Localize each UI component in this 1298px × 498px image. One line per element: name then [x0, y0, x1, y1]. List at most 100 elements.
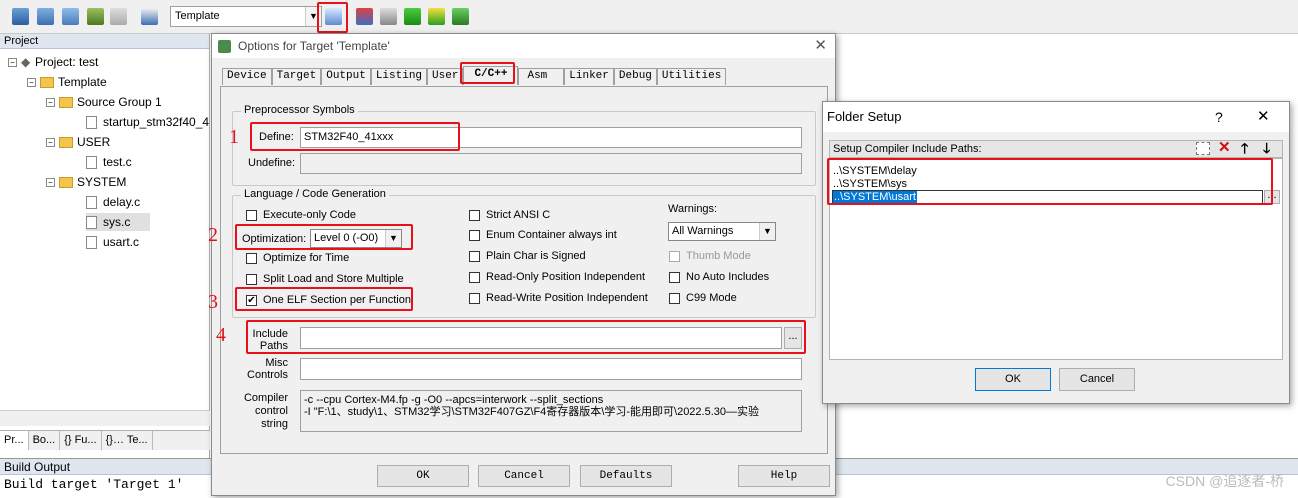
tree-file[interactable]: sys.c [86, 213, 151, 231]
options-dialog: Options for Target 'Template' ✕ Device T… [211, 33, 836, 496]
tab-utilities[interactable]: Utilities [656, 68, 727, 85]
marker-2: 2 [208, 224, 218, 246]
strict-ansi-checkbox[interactable] [469, 210, 480, 221]
download-icon[interactable] [141, 8, 158, 25]
undefine-input[interactable] [300, 153, 802, 174]
manage-runtime-icon[interactable] [404, 8, 421, 25]
folder-setup-dialog: Folder Setup ? ✕ Setup Compiler Include … [822, 101, 1290, 404]
tab-templates[interactable]: {}… Te... [102, 431, 153, 450]
tab-debug[interactable]: Debug [613, 68, 657, 85]
marker-3: 3 [208, 291, 218, 313]
target-select[interactable]: Template ▼ [170, 6, 322, 27]
tree-group[interactable]: − USER [46, 133, 110, 151]
delete-icon[interactable]: ✕ [1218, 140, 1231, 156]
warnings-select[interactable]: All Warnings ▼ [668, 222, 776, 241]
tab-functions[interactable]: {} Fu... [60, 431, 102, 450]
tree-group[interactable]: − Source Group 1 [46, 93, 162, 111]
tab-project[interactable]: Pr... [0, 431, 29, 450]
misc-controls-label: Misc Controls [247, 357, 288, 381]
include-paths-list-title: Setup Compiler Include Paths: [833, 143, 982, 155]
select-packs-icon[interactable] [380, 8, 397, 25]
stop-build-icon[interactable] [110, 8, 127, 25]
tree-file[interactable]: delay.c [86, 193, 140, 211]
translate-icon[interactable] [12, 8, 29, 25]
folder-ok-button[interactable]: OK [975, 368, 1051, 391]
build-icon[interactable] [37, 8, 54, 25]
dialog-titlebar: Options for Target 'Template' ✕ [212, 34, 835, 58]
tab-device[interactable]: Device [222, 68, 272, 85]
collapse-icon[interactable]: − [46, 98, 55, 108]
folder-icon [59, 137, 73, 149]
thumb-mode-checkbox[interactable] [669, 251, 680, 262]
toolbar: Template ▼ [0, 0, 1298, 34]
collapse-icon[interactable]: − [8, 58, 17, 68]
tab-listing[interactable]: Listing [370, 68, 428, 85]
compiler-control-line: -I "F:\1、study\1、STM32学习\STM32F407GZ\F4寄… [304, 406, 760, 418]
tab-books[interactable]: Bo... [29, 431, 61, 450]
move-down-icon[interactable]: 🡓 [1263, 140, 1270, 156]
tree-group-label: USER [77, 135, 111, 149]
marker-1: 1 [229, 126, 239, 148]
rw-position-checkbox[interactable] [469, 293, 480, 304]
highlight-cc-tab [460, 62, 515, 84]
help-button[interactable]: Help [738, 465, 830, 487]
plain-char-checkbox[interactable] [469, 251, 480, 262]
warnings-value: All Warnings [672, 225, 734, 237]
c99-mode-label: C99 Mode [686, 292, 737, 304]
collapse-icon[interactable]: − [46, 138, 55, 148]
batch-build-icon[interactable] [87, 8, 104, 25]
horizontal-scrollbar[interactable] [0, 410, 210, 426]
folder-icon [59, 97, 73, 109]
close-icon[interactable]: ✕ [814, 34, 827, 58]
highlight-folder-paths [827, 158, 1273, 205]
tab-target[interactable]: Target [271, 68, 322, 85]
misc-controls-input[interactable] [300, 358, 802, 380]
folder-cancel-button[interactable]: Cancel [1059, 368, 1135, 391]
thumb-mode-label: Thumb Mode [686, 250, 751, 262]
close-icon[interactable]: ✕ [1257, 102, 1270, 132]
rebuild-icon[interactable] [62, 8, 79, 25]
compiler-control-line: -c --cpu Cortex-M4.fp -g -O0 --apcs=inte… [304, 394, 604, 406]
tree-file-label: test.c [103, 155, 132, 169]
enum-container-checkbox[interactable] [469, 230, 480, 241]
folder-setup-title: Folder Setup [827, 109, 902, 124]
folder-setup-titlebar: Folder Setup ? ✕ [823, 102, 1289, 132]
optimize-time-checkbox[interactable] [246, 253, 257, 264]
compiler-control-string: -c --cpu Cortex-M4.fp -g -O0 --apcs=inte… [300, 390, 802, 432]
manage-multi-project-icon[interactable] [452, 8, 469, 25]
pack-installer-icon[interactable] [428, 8, 445, 25]
execute-only-checkbox[interactable] [246, 210, 257, 221]
defaults-button[interactable]: Defaults [580, 465, 672, 487]
cancel-button[interactable]: Cancel [478, 465, 570, 487]
file-icon [86, 116, 97, 130]
move-up-icon[interactable]: 🡑 [1241, 140, 1248, 156]
tree-file-label: startup_stm32f40_4 [103, 115, 210, 129]
manage-project-items-icon[interactable] [356, 8, 373, 25]
collapse-icon[interactable]: − [27, 78, 36, 88]
tree-file[interactable]: test.c [86, 153, 132, 171]
tree-group[interactable]: − SYSTEM [46, 173, 126, 191]
ro-position-checkbox[interactable] [469, 272, 480, 283]
tree-file[interactable]: usart.c [86, 233, 139, 251]
language-group-label: Language / Code Generation [241, 188, 389, 200]
collapse-icon[interactable]: − [46, 178, 55, 188]
tree-file[interactable]: startup_stm32f40_4 [86, 113, 209, 131]
tab-output[interactable]: Output [321, 68, 371, 85]
app-icon [218, 40, 231, 53]
tab-linker[interactable]: Linker [564, 68, 614, 85]
tree-project-root[interactable]: − ◆ Project: test [8, 53, 98, 71]
tree-file-label: delay.c [103, 195, 141, 209]
tab-user[interactable]: User [427, 68, 464, 85]
split-load-checkbox[interactable] [246, 274, 257, 285]
help-icon[interactable]: ? [1215, 102, 1223, 132]
highlight-define [250, 122, 460, 151]
new-item-icon[interactable] [1196, 142, 1210, 155]
file-icon [86, 196, 97, 210]
compiler-control-label: Compiler control string [243, 392, 288, 430]
c99-mode-checkbox[interactable] [669, 293, 680, 304]
no-auto-includes-checkbox[interactable] [669, 272, 680, 283]
project-panel: Project − ◆ Project: test − Template − Sourc… [0, 34, 210, 458]
ok-button[interactable]: OK [377, 465, 469, 487]
tree-target[interactable]: − Template [27, 73, 107, 91]
tab-asm[interactable]: Asm [518, 68, 565, 85]
